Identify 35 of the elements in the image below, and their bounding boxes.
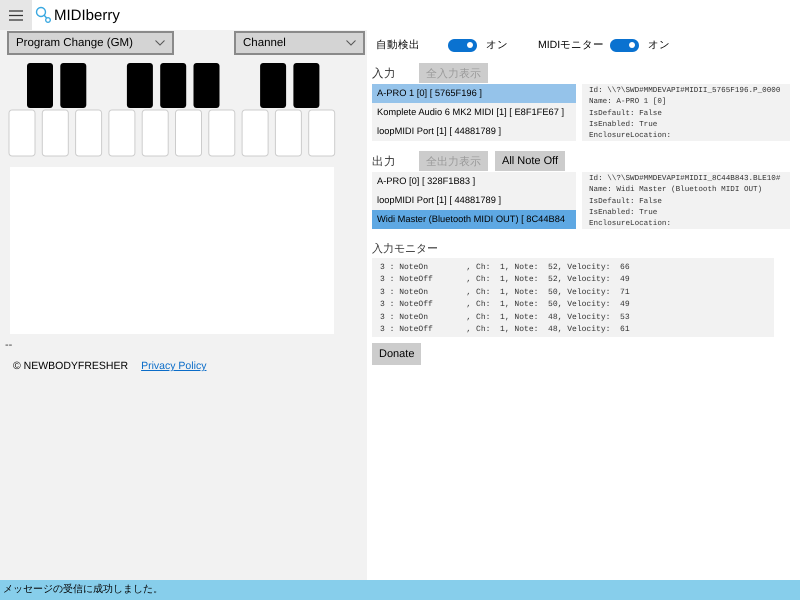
action-button[interactable]: All Note Off	[495, 151, 566, 171]
device-item[interactable]: loopMIDI Port [1] [ 44881789 ]	[372, 191, 576, 210]
menu-icon	[9, 10, 23, 20]
device-item[interactable]: A-PRO [0] [ 328F1B83 ]	[372, 172, 576, 191]
toggle-state: オン	[486, 38, 508, 52]
section-label: 入力モニター	[372, 242, 439, 256]
copyright-text: © NEWBODYFRESHER	[13, 360, 128, 372]
section-label: 入力	[372, 66, 397, 80]
dropdown[interactable]: Program Change (GM)	[7, 31, 174, 55]
menu-button[interactable]	[0, 0, 32, 30]
toggle-state: オン	[648, 38, 670, 52]
status-bar: メッセージの受信に成功しました。	[0, 580, 800, 600]
log-line: 3 : NoteOff , Ch: 1, Note: 48, Velocity: 61	[380, 324, 631, 336]
toggle-switch[interactable]	[448, 38, 477, 52]
section-label: 出力	[372, 154, 397, 168]
toggle-label: MIDIモニター	[538, 38, 606, 52]
chevron-icon	[346, 40, 356, 46]
device-item[interactable]: loopMIDI Port [1] [ 44881789 ]	[372, 122, 576, 141]
app-title: MIDIberry	[54, 6, 120, 24]
donate-button[interactable]: Donate	[372, 343, 422, 366]
toggle-label: 自動検出	[376, 38, 421, 52]
log-line: 3 : NoteOn , Ch: 1, Note: 52, Velocity: 66	[380, 262, 631, 274]
device-item[interactable]: Komplete Audio 6 MK2 MIDI [1] [ E8F1FE67 ]	[372, 103, 576, 122]
device-item[interactable]: A-PRO 1 [0] [ 5765F196 ]	[372, 84, 576, 103]
chevron-icon	[155, 40, 165, 46]
toggle-switch[interactable]	[610, 38, 639, 52]
privacy-policy-link[interactable]: Privacy Policy	[141, 360, 206, 372]
dropdown[interactable]: Channel	[234, 31, 365, 55]
nodes-icon	[35, 6, 51, 24]
device-item[interactable]: Widi Master (Bluetooth MIDI OUT) [ 8C44B84	[372, 210, 576, 229]
log-line: 3 : NoteOff , Ch: 1, Note: 52, Velocity: 49	[380, 274, 631, 286]
log-line: 3 : NoteOff , Ch: 1, Note: 50, Velocity: 49	[380, 299, 631, 312]
log-line: 3 : NoteOn , Ch: 1, Note: 50, Velocity: 71	[380, 286, 631, 299]
status-label: --	[5, 339, 14, 351]
log-line: 3 : NoteOn , Ch: 1, Note: 48, Velocity: 53	[380, 312, 631, 324]
